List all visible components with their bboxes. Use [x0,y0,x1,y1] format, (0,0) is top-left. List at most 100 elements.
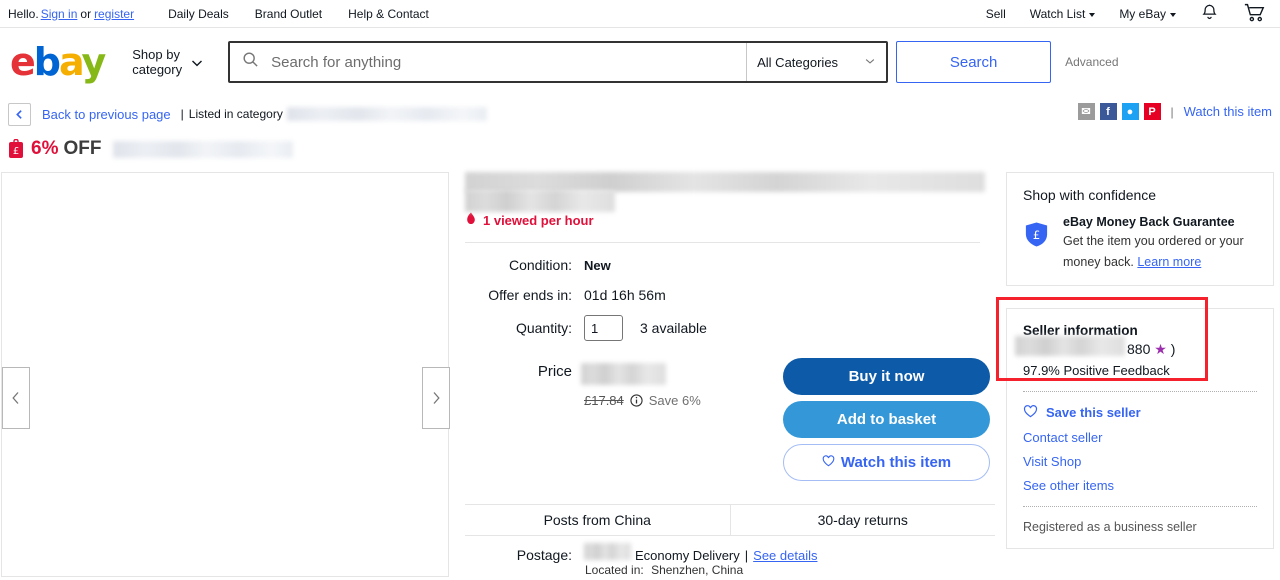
search-icon [242,51,259,73]
heart-icon [1023,405,1038,421]
guarantee-text-block: eBay Money Back Guarantee Get the item y… [1063,214,1257,271]
visit-shop-link[interactable]: Visit Shop [1023,454,1257,469]
shipping-tabs: Posts from China 30-day returns [465,504,995,536]
svg-text:£: £ [1033,228,1040,242]
see-other-items-link[interactable]: See other items [1023,478,1257,493]
site-header: ebay Shop by category All Categories [0,28,1280,96]
offer-ends-row: Offer ends in: 01d 16h 56m [465,287,995,303]
utility-bar: Hello. Sign in or register Daily Deals B… [0,0,1280,28]
feedback-paren: ) [1171,341,1176,357]
located-in-label: Located in: [585,563,644,577]
chevron-down-icon [1170,13,1176,17]
star-icon: ★ [1154,341,1167,357]
category-value-redacted [287,107,487,121]
money-back-guarantee: £ eBay Money Back Guarantee Get the item… [1023,214,1257,271]
bell-icon[interactable] [1200,3,1219,25]
or-text: or [80,7,91,21]
shop-with-confidence-title: Shop with confidence [1023,187,1257,203]
chevron-down-icon [864,55,876,70]
facebook-icon[interactable]: f [1100,103,1117,120]
breadcrumb-separator: | [181,107,184,121]
business-seller-note: Registered as a business seller [1023,520,1257,534]
image-gallery[interactable] [1,172,449,577]
item-details: 1 viewed per hour Condition: New Offer e… [465,172,995,408]
watch-this-item-link[interactable]: Watch this item [1184,104,1272,119]
price-value-redacted [581,363,666,385]
located-in-row: Located in: Shenzhen, China [585,563,743,577]
condition-value: New [584,258,611,273]
twitter-icon[interactable]: ● [1122,103,1139,120]
save-this-seller-label: Save this seller [1046,405,1141,420]
pinterest-icon[interactable]: P [1144,103,1161,120]
nav-watch-list-label: Watch List [1030,7,1086,21]
offer-ends-label: Offer ends in: [465,287,572,303]
sign-in-link[interactable]: Sign in [41,7,78,21]
buy-it-now-button[interactable]: Buy it now [783,358,990,395]
advanced-search-link[interactable]: Advanced [1065,55,1118,69]
register-link[interactable]: register [94,7,134,21]
learn-more-link[interactable]: Learn more [1137,254,1201,271]
chevron-down-icon [1089,13,1095,17]
positive-feedback-text: 97.9% Positive Feedback [1023,363,1257,378]
logo-letter-y: y [81,40,104,84]
share-separator: | [1171,105,1174,119]
nav-daily-deals[interactable]: Daily Deals [168,7,229,21]
divider [1023,506,1257,507]
search-button[interactable]: Search [896,41,1051,83]
ebay-logo[interactable]: ebay [10,43,104,81]
nav-help-contact[interactable]: Help & Contact [348,7,429,21]
back-button[interactable] [8,103,31,126]
discount-detail-redacted [113,141,293,158]
price-label: Price [465,363,572,380]
postage-separator: | [745,548,748,563]
chevron-down-icon [190,56,202,68]
info-icon[interactable] [630,394,643,407]
back-to-previous-page-link[interactable]: Back to previous page [42,107,171,122]
postage-cost-redacted [584,543,631,560]
shop-by-line2: category [132,62,182,77]
offer-ends-value: 01d 16h 56m [584,287,666,303]
search-input[interactable] [269,53,746,72]
postage-label: Postage: [465,547,572,563]
add-to-basket-button[interactable]: Add to basket [783,401,990,438]
price-save: Save 6% [649,393,701,408]
nav-watch-list[interactable]: Watch List [1030,7,1096,21]
nav-my-ebay[interactable]: My eBay [1119,7,1176,21]
nav-brand-outlet[interactable]: Brand Outlet [255,7,322,21]
discount-percent: 6% [31,138,58,160]
condition-row: Condition: New [465,257,995,273]
seller-name-redacted [1015,336,1125,356]
shop-by-category-button[interactable]: Shop by category [132,47,202,77]
utility-bar-right: Sell Watch List My eBay [986,2,1280,26]
greeting-text: Hello. [8,7,39,21]
chevron-right-icon [431,391,441,405]
gallery-prev-button[interactable] [2,367,30,429]
nav-sell[interactable]: Sell [986,7,1006,21]
gallery-next-button[interactable] [422,367,450,429]
cart-icon[interactable] [1243,2,1266,26]
category-select-value: All Categories [757,55,838,70]
price-was: £17.84 [584,393,624,408]
shop-with-confidence-card: Shop with confidence £ eBay Money Back G… [1006,172,1274,286]
quantity-input[interactable] [584,315,623,341]
item-title-redacted [465,172,985,206]
ebay-item-page: Hello. Sign in or register Daily Deals B… [0,0,1280,580]
price-block: Price £17.84 Save 6% Buy it now Add to b… [465,363,995,408]
price-tag-icon: £ [8,139,24,159]
see-details-link[interactable]: See details [753,548,817,563]
quantity-row: Quantity: 3 available [465,315,995,341]
feedback-score-value[interactable]: 880 [1127,341,1150,357]
svg-text:£: £ [13,146,19,157]
contact-seller-link[interactable]: Contact seller [1023,430,1257,445]
postage-method: Economy Delivery [635,548,740,563]
mail-icon[interactable]: ✉ [1078,103,1095,120]
category-select[interactable]: All Categories [746,43,886,81]
shield-icon: £ [1023,221,1050,248]
condition-label: Condition: [465,257,572,273]
sidebar: Shop with confidence £ eBay Money Back G… [1006,172,1274,549]
share-row: ✉ f ● P | Watch this item [1078,103,1273,120]
listed-in-category-label: Listed in category [189,107,283,121]
save-this-seller-link[interactable]: Save this seller [1023,405,1257,421]
viewed-text: 1 viewed per hour [483,213,594,228]
watch-this-item-button[interactable]: Watch this item [783,444,990,481]
